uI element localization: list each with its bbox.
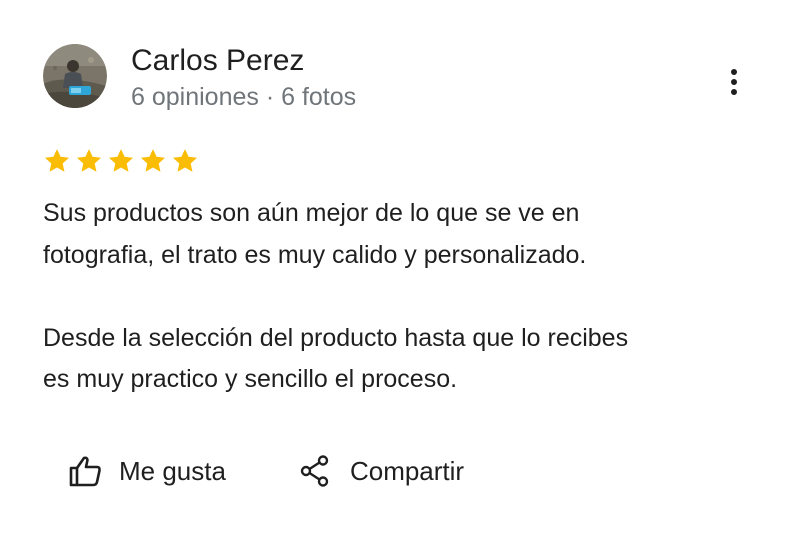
star-icon [44, 149, 70, 172]
author-avatar[interactable] [43, 44, 107, 108]
review-text: Sus productos son aún mejor de lo que se… [43, 193, 763, 401]
star-icon [140, 149, 166, 172]
share-label: Compartir [349, 455, 465, 486]
star-icon [108, 149, 134, 172]
review-actions: Me gusta Compartir [68, 455, 464, 487]
like-button[interactable]: Me gusta [68, 455, 226, 487]
star-rating [43, 147, 199, 175]
star-icon [76, 149, 102, 172]
author-name[interactable]: Carlos Perez [131, 42, 304, 80]
more-vert-icon [731, 69, 737, 95]
share-icon [300, 455, 329, 487]
more-options-button[interactable] [718, 62, 750, 102]
star-icon [172, 149, 198, 172]
profile-photo [43, 44, 107, 108]
thumb-up-icon [69, 456, 101, 487]
share-button[interactable]: Compartir [300, 455, 464, 487]
review-paragraph: Desde la selección del producto hasta qu… [43, 323, 629, 394]
review-paragraph: Sus productos son aún mejor de lo que se… [43, 199, 587, 269]
author-meta: 6 opiniones · 6 fotos [131, 83, 357, 111]
like-label: Me gusta [119, 455, 226, 486]
review-card: Carlos Perez 6 opiniones · 6 fotos Sus p… [0, 0, 790, 542]
